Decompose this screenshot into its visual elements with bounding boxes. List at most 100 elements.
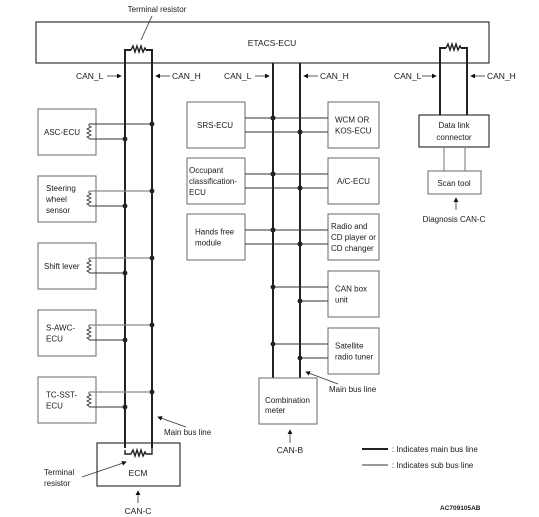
can-b-label: CAN-B — [277, 445, 304, 455]
left-node: TC-SST- ECU — [37, 376, 155, 424]
left-node: Steering wheel sensor — [37, 175, 155, 223]
signal-labels-right: CAN_L CAN_H — [394, 71, 516, 81]
left-node-label: wheel — [45, 195, 67, 204]
can-h-label-right: CAN_H — [487, 71, 516, 81]
center-right-node-label: CD player or — [331, 233, 376, 242]
node-resistor-icon — [85, 392, 93, 407]
data-link-connector-unit: Data link connector — [418, 114, 490, 148]
can-l-label-center: CAN_L — [224, 71, 252, 81]
node-resistor-icon — [85, 124, 93, 139]
terminal-resistor-bottom-leader — [81, 461, 127, 478]
left-node-label: Steering — [46, 184, 76, 193]
can-h-label-left: CAN_H — [172, 71, 201, 81]
junction-dot — [149, 322, 155, 328]
data-link-connector-box — [418, 114, 490, 148]
center-left-node-label: ECU — [189, 188, 206, 197]
node-resistor-icon — [85, 325, 93, 340]
can-bus-diagram: ETACS-ECU Terminal resistor CAN_L CAN_H … — [35, 5, 516, 516]
center-right-node-label: KOS-ECU — [335, 127, 372, 136]
center-right-node-label: radio tuner — [335, 353, 374, 362]
center-right-node: Radio and CD player or CD changer — [270, 213, 380, 261]
etacs-ecu-unit: ETACS-ECU — [35, 21, 490, 64]
junction-dot — [297, 355, 303, 361]
combination-meter-label-1: Combination — [265, 396, 310, 405]
junction-dot — [149, 389, 155, 395]
center-right-node-box — [327, 101, 380, 149]
left-node-box — [37, 309, 97, 357]
etacs-ecu-label: ETACS-ECU — [248, 38, 297, 48]
junction-dot — [149, 121, 155, 127]
left-node: ASC-ECU — [37, 108, 155, 156]
junction-dot — [270, 341, 276, 347]
left-node-list: ASC-ECU Steering wheel sensor Shift lever S-A… — [37, 108, 155, 424]
scan-tool-unit: Scan tool — [427, 170, 482, 195]
junction-dot — [149, 188, 155, 194]
center-left-node-box — [186, 213, 246, 261]
center-right-node-label: Satellite — [335, 342, 364, 351]
terminal-resistor-bottom-label-2: resistor — [44, 479, 71, 488]
junction-dot — [122, 404, 128, 410]
legend-sub-text: : Indicates sub bus line — [392, 461, 474, 470]
junction-dot — [297, 241, 303, 247]
figure-code: AC709105AB — [440, 505, 481, 512]
center-right-node: Satellite radio tuner — [270, 327, 380, 375]
center-right-node-box — [327, 327, 380, 375]
scan-tool-label: Scan tool — [437, 179, 471, 188]
can-c-label: CAN-C — [125, 506, 152, 516]
terminal-resistor-etacs-icon — [130, 43, 147, 55]
diagnosis-can-c-label: Diagnosis CAN-C — [423, 215, 486, 224]
left-node-box — [37, 376, 97, 424]
combination-meter-label-2: meter — [265, 406, 286, 415]
data-link-connector-label-2: connector — [436, 133, 471, 142]
center-left-node-list: SRS-ECU Occupant classification- ECU Hands f… — [186, 101, 303, 261]
center-can-b-bus — [272, 63, 301, 378]
right-bus-can-l — [439, 47, 446, 115]
data-link-connector-label-1: Data link — [438, 121, 470, 130]
left-node: S-AWC- ECU — [37, 309, 155, 357]
signal-labels-left: CAN_L CAN_H — [76, 71, 201, 81]
junction-dot — [270, 171, 276, 177]
center-left-node-label: SRS-ECU — [197, 121, 233, 130]
center-right-node-label: Radio and — [331, 222, 367, 231]
left-node: Shift lever — [37, 242, 155, 290]
terminal-resistor-top-leader — [140, 15, 153, 41]
junction-dot — [122, 270, 128, 276]
left-node-label: ECU — [46, 335, 63, 344]
legend-main-text: : Indicates main bus line — [392, 445, 478, 454]
center-left-node: Hands free module — [186, 213, 303, 261]
terminal-resistor-bottom-label-1: Terminal — [44, 468, 74, 477]
center-right-node: WCM OR KOS-ECU — [270, 101, 380, 149]
junction-dot — [270, 284, 276, 290]
right-diagnosis-bus — [439, 41, 468, 115]
left-node-label: ECU — [46, 402, 63, 411]
junction-dot — [149, 255, 155, 261]
combination-meter-unit: Combination meter — [258, 377, 318, 425]
center-left-node: Occupant classification- ECU — [186, 157, 303, 205]
left-node-label: sensor — [46, 206, 70, 215]
can-l-label-right: CAN_L — [394, 71, 422, 81]
center-right-node-label: A/C-ECU — [337, 177, 370, 186]
center-right-node-label: WCM OR — [335, 116, 369, 125]
center-left-node-label: classification- — [189, 177, 237, 186]
center-right-node: CAN box unit — [270, 270, 380, 318]
junction-dot — [122, 136, 128, 142]
center-right-node: A/C-ECU — [270, 157, 380, 205]
junction-dot — [122, 337, 128, 343]
node-resistor-icon — [85, 258, 93, 273]
left-can-c-bus — [124, 43, 153, 459]
left-bus-can-l — [124, 49, 131, 448]
junction-dot — [122, 203, 128, 209]
ecm-unit: ECM — [96, 442, 181, 487]
left-node-label: ASC-ECU — [44, 128, 80, 137]
signal-labels-center: CAN_L CAN_H — [224, 71, 349, 81]
terminal-resistor-right-icon — [445, 41, 462, 53]
center-left-node-label: module — [195, 239, 222, 248]
center-right-node-list: WCM OR KOS-ECU A/C-ECU Radio and CD player o… — [270, 101, 380, 375]
center-right-node-label: unit — [335, 296, 349, 305]
ecm-box — [96, 442, 181, 487]
ecm-label: ECM — [129, 468, 148, 478]
left-node-label: Shift lever — [44, 262, 80, 271]
center-right-node-box — [327, 270, 380, 318]
left-node-label: TC-SST- — [46, 391, 77, 400]
left-node-label: S-AWC- — [46, 324, 75, 333]
